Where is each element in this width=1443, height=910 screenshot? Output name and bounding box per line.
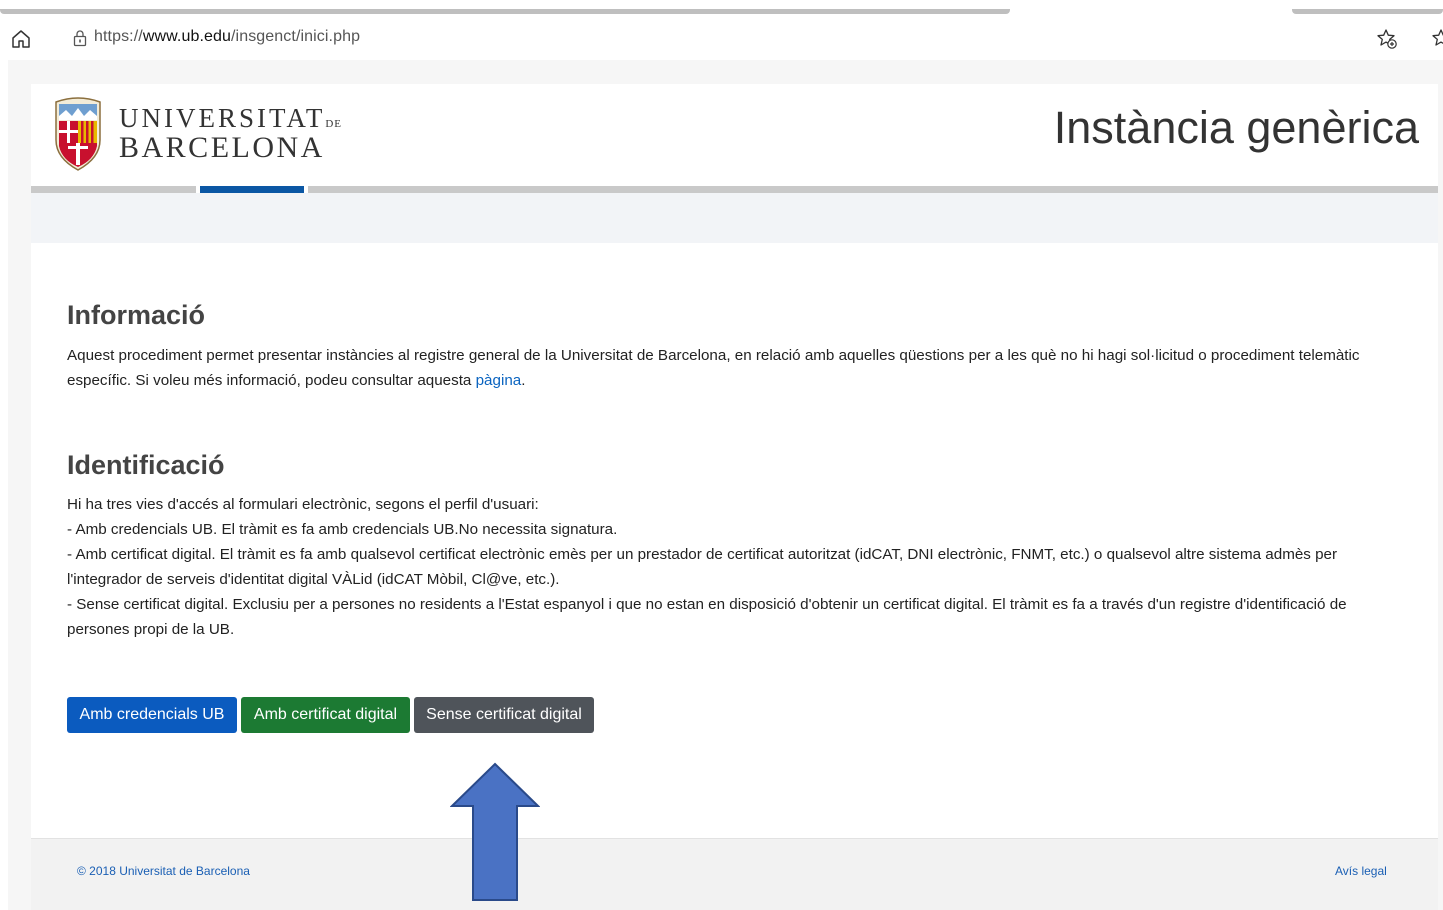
ub-credentials-button[interactable]: Amb credencials UB [67, 697, 237, 733]
identification-line: - Amb certificat digital. El tràmit es f… [67, 546, 1338, 588]
info-heading: Informació [67, 300, 206, 330]
url-domain: www.ub.edu [142, 28, 231, 45]
identification-heading: Identificació [67, 450, 225, 480]
page-title: Instància genèrica [1053, 102, 1419, 153]
university-logo[interactable] [54, 96, 102, 174]
lock-icon[interactable] [73, 29, 87, 47]
home-icon[interactable] [10, 28, 32, 50]
no-certificate-button[interactable]: Sense certificat digital [414, 697, 594, 733]
address-bar: https://www.ub.edu/insgenct/inici.php [0, 18, 1443, 60]
logo-wordmark-line1: UNIVERSITATDE [119, 103, 342, 133]
info-text-body: Aquest procediment permet presentar inst… [67, 347, 1360, 389]
url-prefix: https:// [94, 28, 143, 45]
info-text-end: . [521, 372, 526, 389]
identification-line: - Amb credencials UB. El tràmit es fa am… [67, 521, 618, 538]
url-field[interactable]: https://www.ub.edu/insgenct/inici.php [94, 28, 360, 46]
subheader-band [31, 193, 1438, 243]
identification-line: - Sense certificat digital. Exclusiu per… [67, 596, 1347, 638]
url-path: /insgenct/inici.php [231, 28, 361, 45]
info-text: Aquest procediment permet presentar inst… [67, 343, 1407, 393]
nav-divider [304, 186, 308, 193]
logo-wordmark-line2: BARCELONA [119, 131, 325, 164]
tab-strip [0, 0, 1443, 18]
digital-certificate-button[interactable]: Amb certificat digital [241, 697, 410, 733]
identification-line: Hi ha tres vies d'accés al formulari ele… [67, 496, 539, 513]
tab-indicator[interactable] [0, 9, 1010, 14]
legal-notice-link[interactable]: Avís legal [1335, 864, 1387, 878]
identification-text: Hi ha tres vies d'accés al formulari ele… [67, 492, 1367, 642]
favorites-icon[interactable] [1430, 27, 1443, 51]
info-page-link[interactable]: pàgina [476, 372, 522, 389]
annotation-arrow-icon [450, 762, 540, 901]
add-favorite-icon[interactable] [1375, 27, 1399, 51]
copyright-text: © 2018 Universitat de Barcelona [77, 864, 250, 878]
tab-indicator[interactable] [1292, 9, 1443, 14]
